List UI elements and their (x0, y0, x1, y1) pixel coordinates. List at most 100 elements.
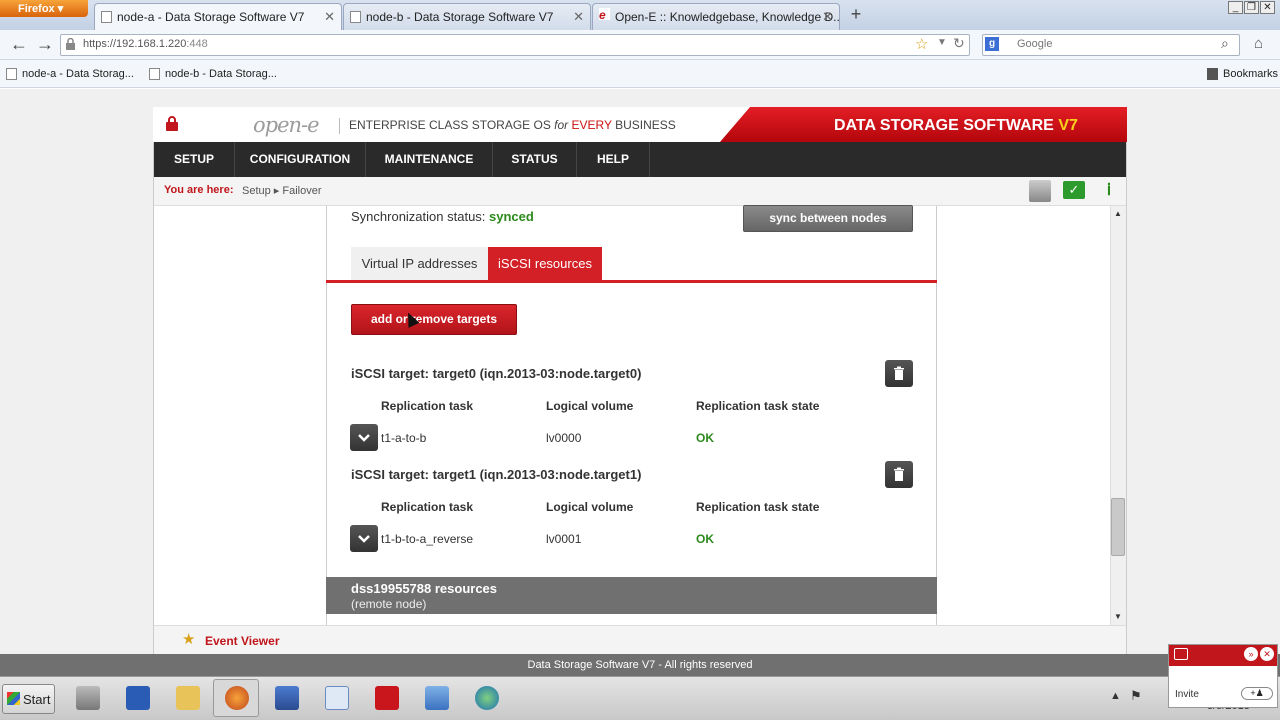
flag-icon[interactable]: ⚑ (1130, 688, 1142, 704)
page-icon (350, 11, 361, 23)
pdf-icon (375, 686, 399, 710)
bookmark-node-a[interactable]: node-a - Data Storag... (2, 68, 134, 80)
tagline-text: ENTERPRISE CLASS STORAGE OS (349, 118, 555, 132)
search-magnifier-icon[interactable]: ⌕ (1221, 35, 1229, 52)
powershell-icon (126, 686, 150, 710)
taskbar-wordpad[interactable] (313, 679, 359, 717)
taskbar-pdf-reader[interactable] (363, 679, 409, 717)
browser-tab-knowledgebase[interactable]: e Open-E :: Knowledgebase, Knowledge D..… (592, 3, 840, 30)
add-contact-button[interactable]: +♟ (1241, 687, 1273, 700)
menu-configuration[interactable]: CONFIGURATION (235, 142, 366, 177)
breadcrumb-path: Setup ▸ Failover (242, 185, 322, 197)
firefox-menu-button[interactable]: Firefox ▾ (0, 0, 88, 17)
sync-between-nodes-button[interactable]: sync between nodes (743, 205, 913, 232)
reload-icon[interactable]: ↻ (953, 35, 965, 52)
column-header-replication-state: Replication task state (696, 399, 820, 413)
info-icon[interactable]: ⅰ (1100, 180, 1118, 202)
bookmark-label: node-a - Data Storag... (22, 68, 134, 80)
replication-state-cell: OK (696, 431, 714, 445)
trash-icon[interactable] (885, 360, 913, 387)
menu-help[interactable]: HELP (577, 142, 650, 177)
bookmark-star-icon[interactable]: ☆ (915, 35, 928, 53)
menu-status[interactable]: STATUS (493, 142, 577, 177)
add-or-remove-targets-button[interactable]: add or remove targets (351, 304, 517, 335)
page-icon (6, 68, 17, 80)
menu-setup[interactable]: SETUP (154, 142, 235, 177)
start-button[interactable]: Start (2, 684, 55, 714)
chat-bubble-icon (1174, 648, 1188, 660)
bookmark-node-b[interactable]: node-b - Data Storag... (145, 68, 277, 80)
server-manager-icon (76, 686, 100, 710)
star-icon: ★ (182, 631, 196, 648)
restore-window-button[interactable]: ❐ (1244, 1, 1259, 14)
breadcrumb-failover[interactable]: Failover (282, 185, 321, 197)
breadcrumb: You are here: Setup ▸ Failover (154, 177, 1126, 206)
taskbar-internet[interactable] (463, 679, 509, 717)
url-text: https://192.168.1.220 (83, 38, 187, 50)
chevron-down-icon[interactable] (350, 424, 378, 451)
column-header-replication-task: Replication task (381, 500, 474, 514)
invite-label[interactable]: Invite (1175, 689, 1199, 700)
network-icon (275, 686, 299, 710)
taskbar-control-panel[interactable] (413, 679, 459, 717)
remote-node-subtitle: (remote node) (351, 597, 427, 611)
folder-icon (176, 686, 200, 710)
new-tab-button[interactable]: + (844, 4, 868, 26)
tagline-post: BUSINESS (611, 118, 676, 132)
taskbar-powershell[interactable] (114, 679, 160, 717)
chevron-down-icon[interactable] (350, 525, 378, 552)
replication-task-cell: t1-a-to-b (381, 431, 427, 445)
trash-icon[interactable] (885, 461, 913, 488)
url-dropdown-icon[interactable]: ▼ (937, 37, 947, 48)
breadcrumb-setup[interactable]: Setup (242, 185, 271, 197)
control-panel-icon (425, 686, 449, 710)
tab-iscsi-resources[interactable]: iSCSI resources (488, 247, 602, 280)
event-viewer-bar[interactable]: ★ Event Viewer (154, 625, 1126, 654)
windows-logo-icon (7, 692, 20, 705)
close-chat-icon[interactable]: ✕ (1260, 647, 1274, 661)
brand-version: V7 (1058, 117, 1078, 134)
logical-volume-cell: lv0000 (546, 431, 582, 445)
forward-arrow-icon[interactable]: → (34, 34, 56, 54)
scroll-down-arrow-icon[interactable]: ▼ (1111, 610, 1125, 624)
column-header-replication-state: Replication task state (696, 500, 820, 514)
tab-virtual-ip-addresses[interactable]: Virtual IP addresses (351, 247, 488, 280)
storage-servers-icon[interactable] (1029, 180, 1051, 202)
taskbar-network[interactable] (263, 679, 309, 717)
event-viewer-label[interactable]: Event Viewer (205, 634, 279, 648)
menu-maintenance[interactable]: MAINTENANCE (366, 142, 493, 177)
browser-tab-node-b[interactable]: node-b - Data Storage Software V7 ✕ (343, 3, 591, 30)
taskbar-server-manager[interactable] (64, 679, 110, 717)
expand-chat-icon[interactable]: » (1244, 647, 1258, 661)
check-status-icon[interactable]: ✓ (1063, 181, 1085, 199)
taskbar-explorer[interactable] (164, 679, 210, 717)
address-bar[interactable]: https://192.168.1.220:448 (60, 34, 970, 56)
synchronization-status: Synchronization status: synced (351, 209, 534, 224)
sync-status-label: Synchronization status: (351, 209, 486, 224)
page-icon (149, 68, 160, 80)
tab-label: node-b - Data Storage Software V7 (366, 10, 554, 24)
globe-icon (475, 686, 499, 710)
start-label: Start (23, 692, 51, 707)
bookmarks-menu-button[interactable]: Bookmarks (1203, 68, 1278, 80)
product-brand: DATA STORAGE SOFTWARE V7 (834, 117, 1078, 135)
sync-status-value: synced (489, 209, 534, 224)
breadcrumb-label: You are here: (164, 184, 234, 196)
search-input[interactable]: Google (982, 34, 1240, 56)
vertical-scrollbar[interactable] (1110, 206, 1126, 625)
browser-tab-node-a[interactable]: node-a - Data Storage Software V7 ✕ (94, 3, 342, 30)
close-tab-icon[interactable]: ✕ (324, 9, 335, 25)
show-hidden-icons-icon[interactable]: ▲ (1110, 690, 1121, 702)
home-icon[interactable]: ⌂ (1254, 35, 1263, 52)
close-tab-icon[interactable]: ✕ (822, 9, 833, 25)
minimize-window-button[interactable]: _ (1228, 1, 1243, 14)
google-engine-icon[interactable]: g (985, 37, 999, 51)
scrollbar-thumb[interactable] (1111, 498, 1125, 556)
back-arrow-icon[interactable]: ← (8, 34, 30, 54)
scroll-up-arrow-icon[interactable]: ▲ (1111, 207, 1125, 221)
replication-task-cell: t1-b-to-a_reverse (381, 532, 474, 546)
taskbar-firefox[interactable] (213, 679, 259, 717)
close-window-button[interactable]: ✕ (1260, 1, 1275, 14)
close-tab-icon[interactable]: ✕ (573, 9, 584, 25)
remote-node-resources-header[interactable]: dss19955788 resources (remote node) (326, 577, 937, 614)
